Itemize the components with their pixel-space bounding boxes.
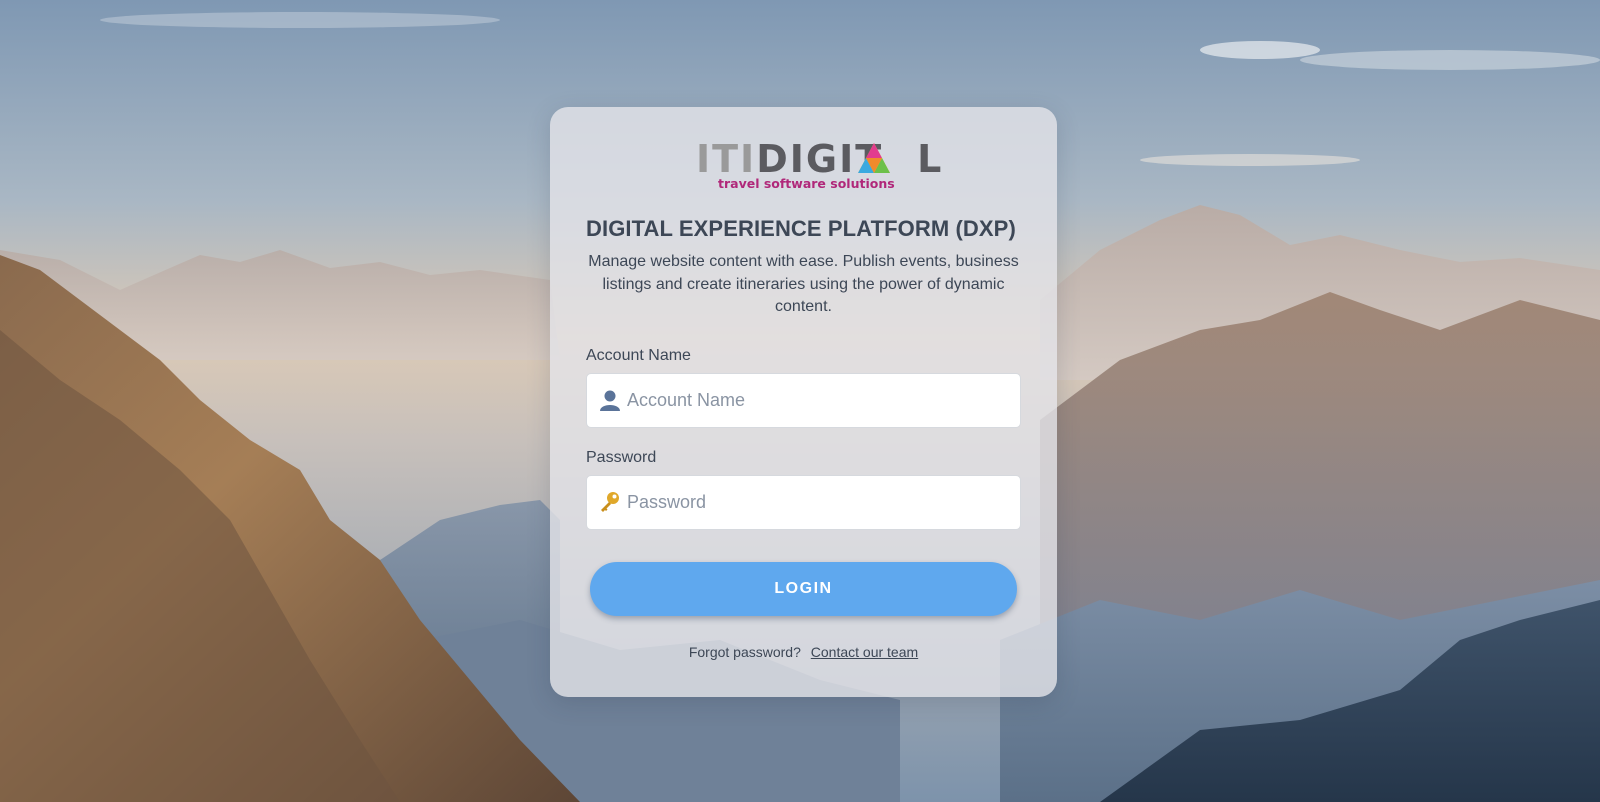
contact-team-link[interactable]: Contact our team — [811, 644, 918, 660]
password-input[interactable] — [627, 476, 1012, 529]
account-name-field[interactable] — [586, 373, 1021, 428]
user-icon — [600, 390, 620, 411]
login-page: ITIDIGIT L travel software solutions DIGI… — [0, 0, 1600, 802]
account-name-label: Account Name — [586, 347, 691, 364]
page-title: DIGITAL EXPERIENCE PLATFORM (DXP) — [586, 216, 1016, 241]
page-description: Manage website content with ease. Publis… — [588, 253, 1019, 315]
key-icon — [601, 492, 619, 512]
account-name-input[interactable] — [627, 374, 1012, 427]
password-label: Password — [586, 449, 657, 466]
login-button[interactable]: LOGIN — [590, 562, 1017, 616]
itidigital-logo: ITIDIGIT L travel software solutions — [696, 139, 941, 191]
login-card: ITIDIGIT L travel software solutions DIGI… — [550, 107, 1057, 697]
logo-wordmark: ITIDIGIT L — [696, 137, 944, 181]
forgot-password-text: Forgot password? — [688, 644, 801, 660]
login-footer: Forgot password? Contact our team — [550, 644, 1057, 660]
logo-triangle-icon — [858, 143, 890, 173]
logo-tagline: travel software solutions — [718, 176, 895, 191]
password-field[interactable] — [586, 475, 1021, 530]
